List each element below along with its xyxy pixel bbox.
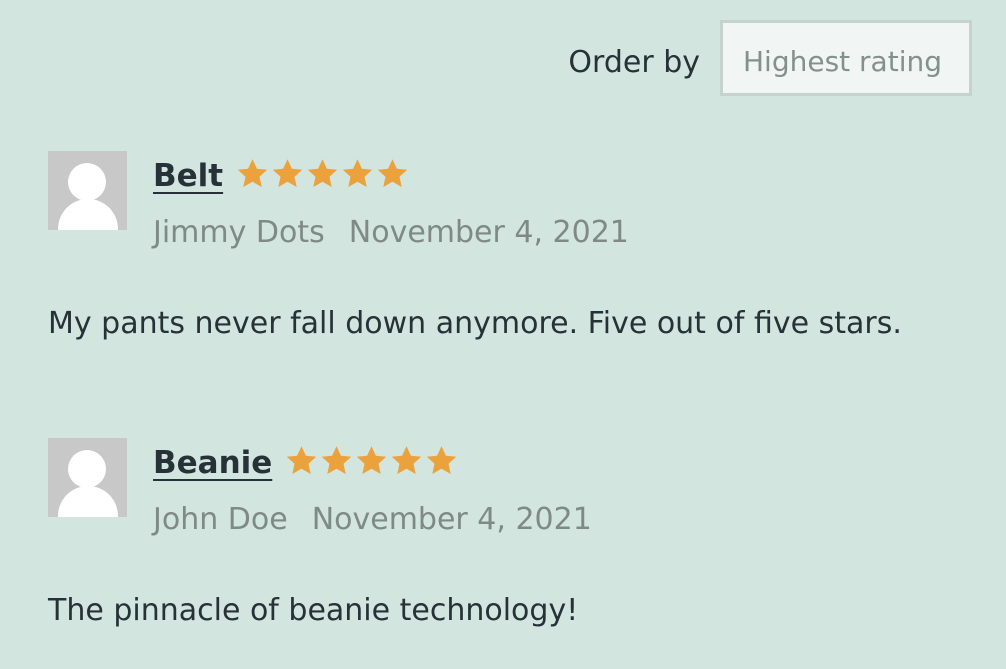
order-by-label: Order by: [568, 44, 700, 80]
star-icon: [287, 445, 317, 474]
avatar-head-shape: [68, 163, 106, 201]
star-icon: [237, 158, 268, 187]
order-by-control: Order by Highest rating: [568, 20, 972, 96]
avatar-head-shape: [68, 450, 106, 488]
order-by-select[interactable]: Highest rating: [720, 20, 972, 96]
review-date: November 4, 2021: [348, 215, 629, 250]
review-title-row: Beanie: [153, 438, 592, 488]
star-icon: [392, 445, 422, 474]
review-byline: Jimmy Dots November 4, 2021: [153, 215, 629, 250]
review-item: Beanie John Doe November 4, 2021 The pinn…: [48, 438, 592, 628]
review-byline: John Doe November 4, 2021: [153, 502, 592, 537]
review-meta: Beanie John Doe November 4, 2021: [153, 438, 592, 537]
star-rating: [235, 157, 410, 190]
product-link[interactable]: Beanie: [153, 445, 272, 481]
avatar-body-shape: [58, 486, 118, 517]
avatar: [48, 438, 127, 517]
star-icon: [272, 158, 303, 187]
review-text: My pants never fall down anymore. Five o…: [48, 306, 902, 341]
star-icon: [307, 158, 338, 187]
review-author: John Doe: [153, 502, 288, 537]
star-icon: [357, 445, 387, 474]
star-icon: [377, 158, 408, 187]
star-icon: [427, 445, 457, 474]
review-date: November 4, 2021: [311, 502, 592, 537]
review-author: Jimmy Dots: [153, 215, 325, 250]
review-meta: Belt Jimmy Dots November 4, 2021: [153, 151, 629, 250]
review-header: Beanie John Doe November 4, 2021: [48, 438, 592, 537]
review-title-row: Belt: [153, 151, 629, 201]
star-rating: [284, 444, 459, 477]
product-link[interactable]: Belt: [153, 158, 223, 194]
review-text: The pinnacle of beanie technology!: [48, 593, 579, 628]
avatar-body-shape: [58, 199, 118, 230]
review-header: Belt Jimmy Dots November 4, 2021: [48, 151, 902, 250]
star-icon: [322, 445, 352, 474]
review-item: Belt Jimmy Dots November 4, 2021 My pants…: [48, 151, 902, 341]
avatar: [48, 151, 127, 230]
star-icon: [342, 158, 373, 187]
